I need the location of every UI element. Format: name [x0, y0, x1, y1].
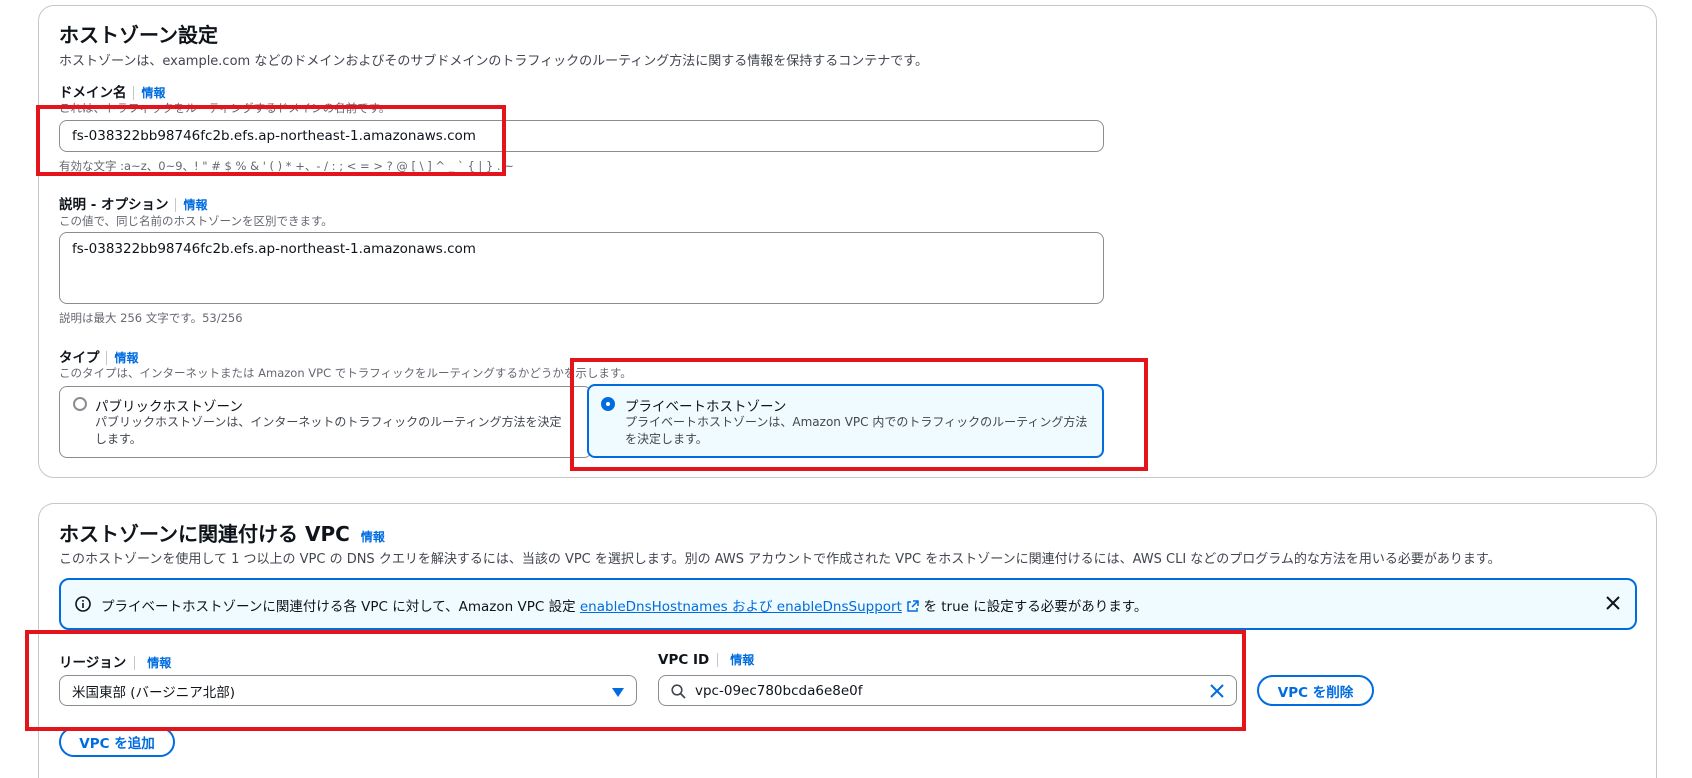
type-helper: このタイプは、インターネットまたは Amazon VPC でトラフィックをルーテ…	[59, 366, 632, 380]
public-option-desc: パブリックホストゾーンは、インターネットのトラフィックのルーティング方法を決定し…	[95, 415, 562, 446]
clear-icon[interactable]	[1210, 684, 1224, 702]
vpc-info-link[interactable]: 情報	[361, 530, 385, 544]
description-counter: 説明は最大 256 文字です。53/256	[59, 311, 243, 325]
domain-constraint: 有効な文字 :a~z、0~9、! " # $ % & ' ( ) * +、- /…	[59, 159, 514, 173]
external-link-icon	[906, 600, 919, 617]
description-info-link[interactable]: 情報	[174, 198, 208, 212]
domain-name-input[interactable]: fs-038322bb98746fc2b.efs.ap-northeast-1.…	[59, 120, 1104, 152]
public-hosted-zone-option[interactable]: パブリックホストゾーン パブリックホストゾーンは、インターネットのトラフィックの…	[59, 386, 592, 458]
vpc-id-input[interactable]: vpc-09ec780bcda6e8e0f	[658, 675, 1237, 706]
info-icon	[75, 596, 91, 612]
close-icon[interactable]	[1605, 595, 1621, 611]
description-textarea[interactable]: fs-038322bb98746fc2b.efs.ap-northeast-1.…	[59, 232, 1104, 304]
alert-message: プライベートホストゾーンに関連付ける各 VPC に対して、Amazon VPC …	[101, 599, 1148, 617]
domain-name-label: ドメイン名 情報	[59, 85, 166, 101]
public-option-title: パブリックホストゾーン	[95, 399, 243, 415]
remove-vpc-button[interactable]: VPC を削除	[1257, 675, 1374, 706]
domain-info-link[interactable]: 情報	[132, 86, 166, 100]
region-value: 米国東部 (バージニア北部)	[72, 684, 236, 701]
radio-private[interactable]	[601, 397, 615, 411]
vpc-id-label: VPC ID 情報	[658, 652, 755, 668]
vpc-title-row: ホストゾーンに関連付ける VPC 情報	[59, 518, 385, 547]
region-info-link[interactable]: 情報	[134, 656, 172, 670]
private-option-desc: プライベートホストゾーンは、Amazon VPC 内でのトラフィックのルーティン…	[625, 415, 1088, 446]
info-alert: プライベートホストゾーンに関連付ける各 VPC に対して、Amazon VPC …	[59, 578, 1637, 630]
vpc-section-title: ホストゾーンに関連付ける VPC	[59, 522, 350, 546]
hosted-zone-description: ホストゾーンは、example.com などのドメインおよびそのサブドメインのト…	[59, 54, 928, 69]
domain-helper: これは、トラフィックをルーティングするドメインの名前です。	[59, 101, 391, 115]
private-hosted-zone-option[interactable]: プライベートホストゾーン プライベートホストゾーンは、Amazon VPC 内で…	[587, 384, 1104, 458]
region-select[interactable]: 米国東部 (バージニア北部)	[59, 675, 637, 706]
caret-down-icon	[612, 686, 624, 702]
description-helper: この値で、同じ名前のホストゾーンを区別できます。	[59, 214, 333, 228]
hosted-zone-title: ホストゾーン設定	[59, 23, 218, 47]
dns-settings-link[interactable]: enableDnsHostnames および enableDnsSupport	[580, 599, 902, 615]
search-icon	[671, 684, 686, 703]
add-vpc-button[interactable]: VPC を追加	[59, 727, 175, 757]
vpc-id-value: vpc-09ec780bcda6e8e0f	[695, 682, 863, 699]
region-label: リージョン 情報	[59, 655, 172, 671]
description-label: 説明 - オプション 情報	[59, 197, 208, 213]
private-option-title: プライベートホストゾーン	[625, 399, 787, 415]
radio-public[interactable]	[73, 397, 87, 411]
type-info-link[interactable]: 情報	[105, 351, 139, 365]
type-label: タイプ 情報	[59, 350, 139, 366]
vpc-id-info-link[interactable]: 情報	[717, 653, 755, 667]
vpc-section-description: このホストゾーンを使用して 1 つ以上の VPC の DNS クエリを解決するに…	[59, 552, 1501, 567]
